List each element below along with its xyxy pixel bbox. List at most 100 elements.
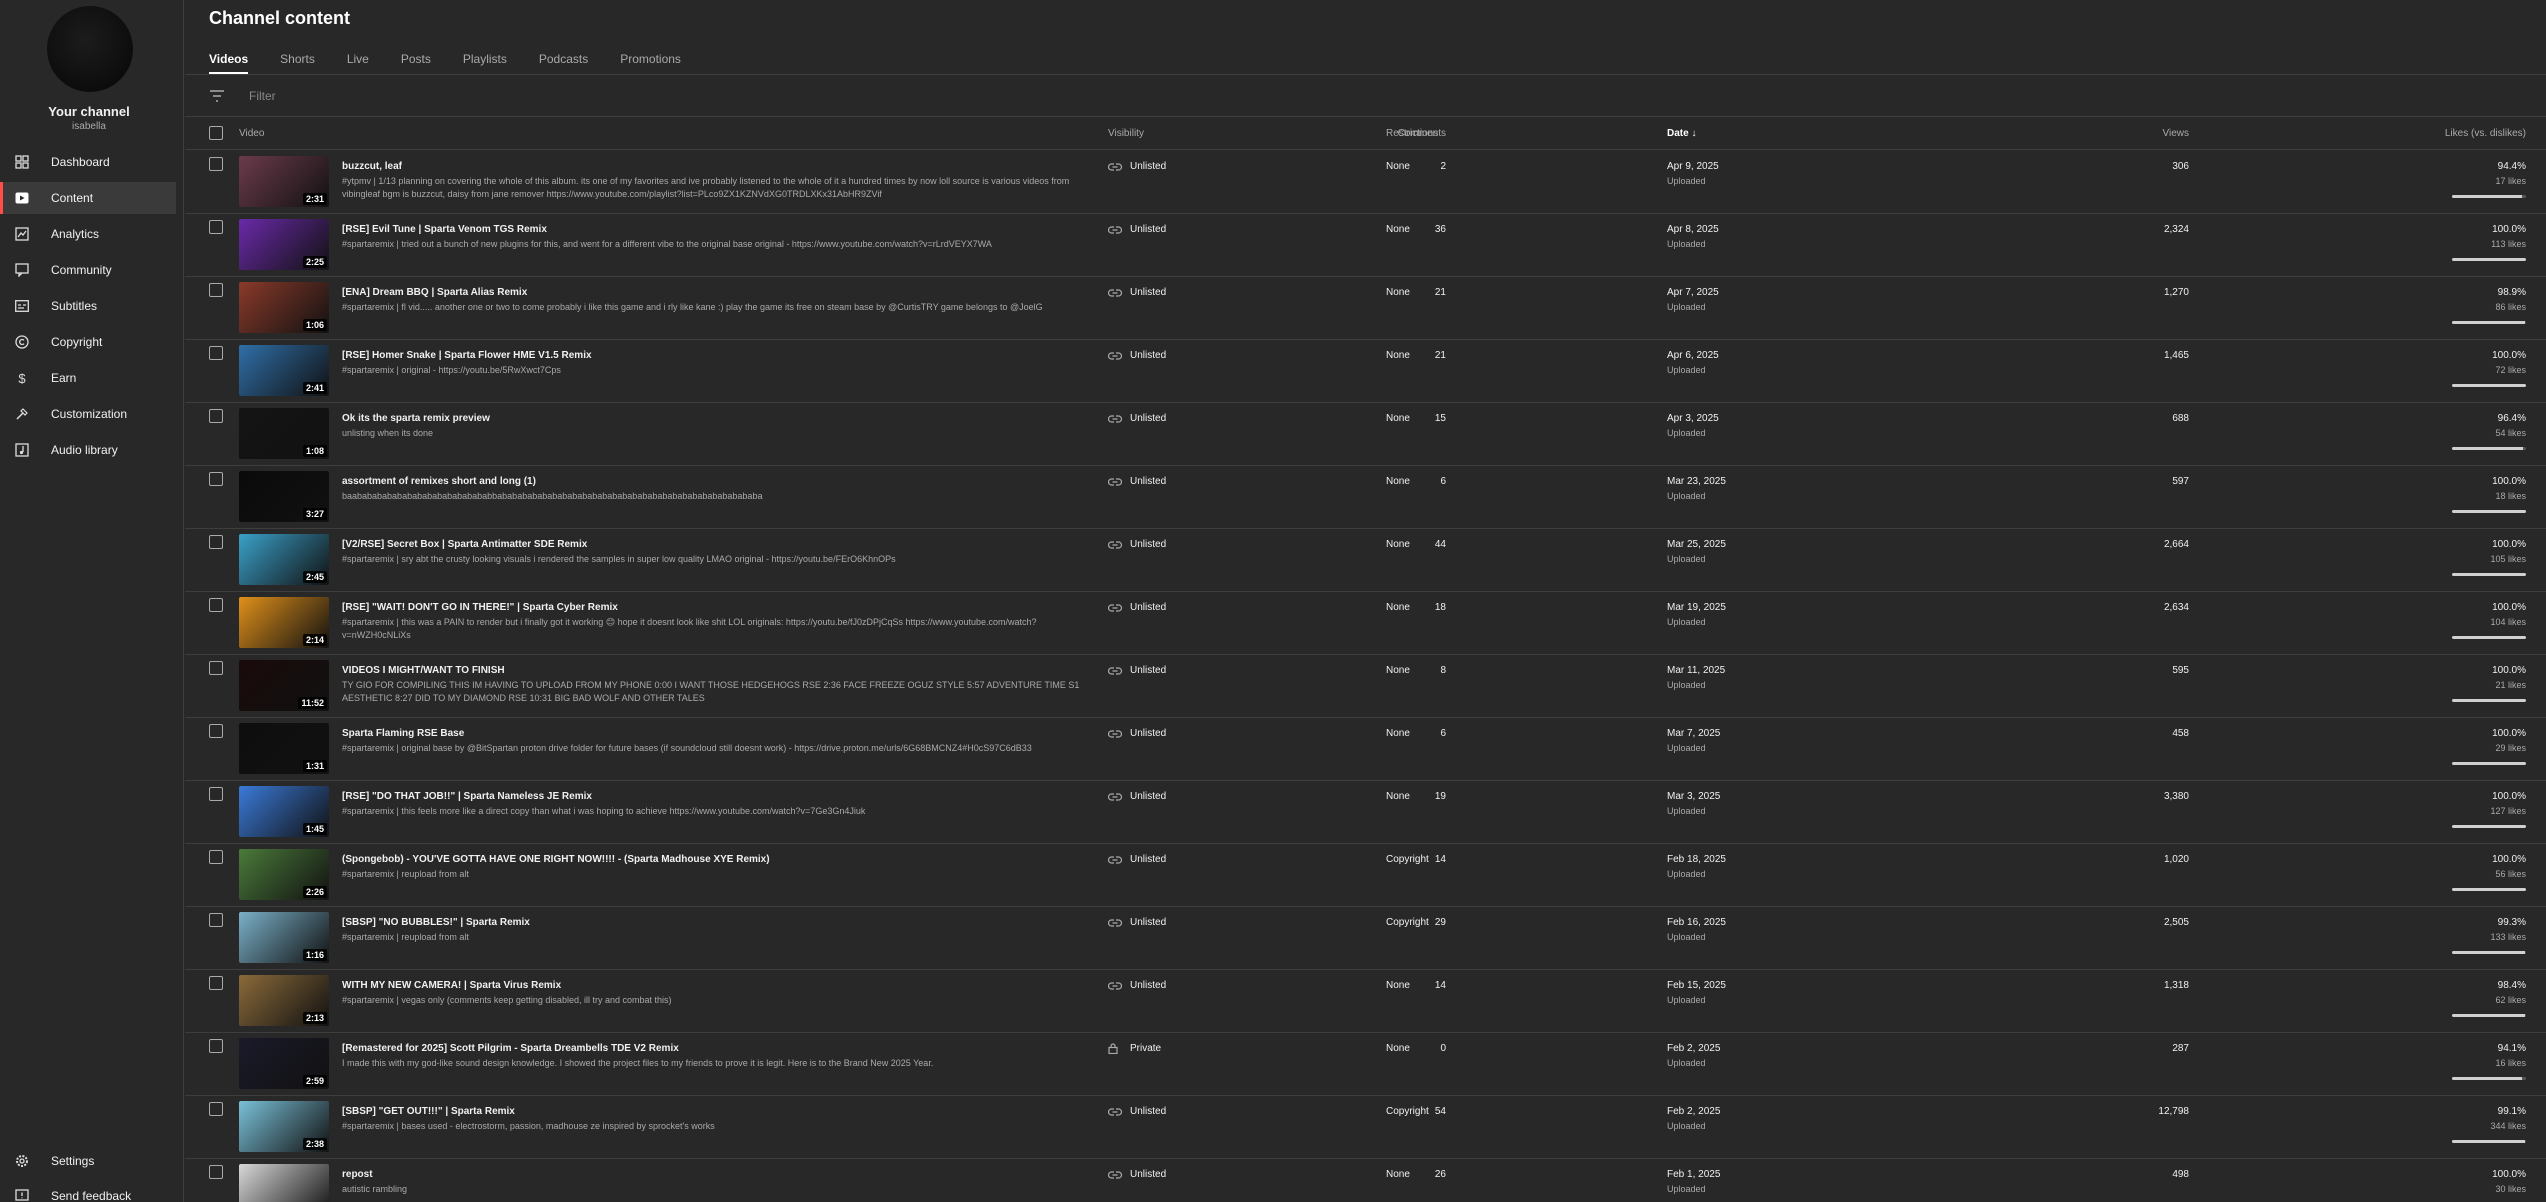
visibility-cell[interactable]: Unlisted (1108, 476, 1166, 487)
sidebar-item-customization[interactable]: Customization (0, 398, 176, 430)
video-thumbnail[interactable]: 1:31 (239, 723, 329, 774)
tab-promotions[interactable]: Promotions (620, 44, 681, 74)
visibility-cell[interactable]: Unlisted (1108, 413, 1166, 424)
video-thumbnail[interactable]: 2:31 (239, 156, 329, 207)
sidebar-item-subtitles[interactable]: Subtitles (0, 290, 176, 322)
restrictions-cell[interactable]: None (1386, 602, 1410, 613)
row-checkbox[interactable] (209, 598, 223, 615)
video-title[interactable]: buzzcut, leaf (342, 161, 402, 172)
filter-icon[interactable] (209, 89, 225, 103)
video-thumbnail[interactable]: 1:16 (239, 912, 329, 963)
visibility-cell[interactable]: Unlisted (1108, 1106, 1166, 1117)
restrictions-cell[interactable]: None (1386, 1169, 1410, 1180)
comments-cell[interactable]: 0 (1440, 1043, 1446, 1054)
restrictions-cell[interactable]: None (1386, 161, 1410, 172)
header-comments[interactable]: Comments (1398, 128, 1446, 139)
header-visibility[interactable]: Visibility (1108, 128, 1144, 139)
visibility-cell[interactable]: Unlisted (1108, 665, 1166, 676)
row-checkbox[interactable] (209, 472, 223, 489)
sidebar-item-send-feedback[interactable]: Send feedback (0, 1180, 176, 1202)
comments-cell[interactable]: 54 (1435, 1106, 1446, 1117)
table-row[interactable]: 1:31 Sparta Flaming RSE Base #spartaremix … (185, 718, 2546, 781)
channel-name[interactable]: Your channel (0, 104, 178, 119)
sidebar-item-earn[interactable]: $ Earn (0, 362, 176, 394)
table-row[interactable]: 1:08 Ok its the sparta remix preview unlis… (185, 403, 2546, 466)
video-thumbnail[interactable]: 1:45 (239, 786, 329, 837)
row-checkbox[interactable] (209, 283, 223, 300)
row-checkbox[interactable] (209, 1165, 223, 1182)
video-thumbnail[interactable]: 2:41 (239, 345, 329, 396)
visibility-cell[interactable]: Unlisted (1108, 287, 1166, 298)
restrictions-cell[interactable]: None (1386, 224, 1410, 235)
visibility-cell[interactable]: Unlisted (1108, 980, 1166, 991)
restrictions-cell[interactable]: None (1386, 728, 1410, 739)
channel-avatar[interactable] (47, 6, 133, 92)
video-thumbnail[interactable]: 11:52 (239, 660, 329, 711)
table-row[interactable]: 1:45 [RSE] "DO THAT JOB!!" | Sparta Namel… (185, 781, 2546, 844)
sidebar-item-settings[interactable]: Settings (0, 1145, 176, 1177)
comments-cell[interactable]: 29 (1435, 917, 1446, 928)
visibility-cell[interactable]: Unlisted (1108, 602, 1166, 613)
sidebar-item-community[interactable]: Community (0, 254, 176, 286)
row-checkbox[interactable] (209, 409, 223, 426)
restrictions-cell[interactable]: None (1386, 413, 1410, 424)
comments-cell[interactable]: 21 (1435, 350, 1446, 361)
table-row[interactable]: 11:52 VIDEOS I MIGHT/WANT TO FINISH TY GIO… (185, 655, 2546, 718)
restrictions-cell[interactable]: Copyright (1386, 917, 1429, 928)
video-title[interactable]: Sparta Flaming RSE Base (342, 728, 464, 739)
row-checkbox[interactable] (209, 850, 223, 867)
comments-cell[interactable]: 2 (1440, 161, 1446, 172)
visibility-cell[interactable]: Unlisted (1108, 224, 1166, 235)
restrictions-cell[interactable]: None (1386, 791, 1410, 802)
video-title[interactable]: [ENA] Dream BBQ | Sparta Alias Remix (342, 287, 527, 298)
video-title[interactable]: [RSE] Homer Snake | Sparta Flower HME V1… (342, 350, 592, 361)
video-thumbnail[interactable]: 2:14 (239, 597, 329, 648)
comments-cell[interactable]: 26 (1435, 1169, 1446, 1180)
filter-input[interactable] (249, 86, 749, 106)
video-title[interactable]: [SBSP] "GET OUT!!!" | Sparta Remix (342, 1106, 515, 1117)
tab-videos[interactable]: Videos (209, 44, 249, 74)
row-checkbox[interactable] (209, 724, 223, 741)
table-row[interactable]: 2:14 [RSE] "WAIT! DON'T GO IN THERE!" | S… (185, 592, 2546, 655)
header-views[interactable]: Views (2163, 128, 2190, 139)
comments-cell[interactable]: 44 (1435, 539, 1446, 550)
row-checkbox[interactable] (209, 661, 223, 678)
row-checkbox[interactable] (209, 535, 223, 552)
video-title[interactable]: repost (342, 1169, 373, 1180)
restrictions-cell[interactable]: None (1386, 287, 1410, 298)
video-title[interactable]: WITH MY NEW CAMERA! | Sparta Virus Remix (342, 980, 561, 991)
tab-playlists[interactable]: Playlists (463, 44, 507, 74)
restrictions-cell[interactable]: None (1386, 980, 1410, 991)
visibility-cell[interactable]: Unlisted (1108, 791, 1166, 802)
visibility-cell[interactable]: Unlisted (1108, 728, 1166, 739)
table-row[interactable]: 2:38 [SBSP] "GET OUT!!!" | Sparta Remix #s… (185, 1096, 2546, 1159)
video-thumbnail[interactable]: 3:27 (239, 471, 329, 522)
video-title[interactable]: [Remastered for 2025] Scott Pilgrim - Sp… (342, 1043, 679, 1054)
tab-podcasts[interactable]: Podcasts (539, 44, 588, 74)
visibility-cell[interactable]: Unlisted (1108, 854, 1166, 865)
video-thumbnail[interactable] (239, 1164, 329, 1202)
video-title[interactable]: [RSE] "WAIT! DON'T GO IN THERE!" | Spart… (342, 602, 618, 613)
visibility-cell[interactable]: Unlisted (1108, 539, 1166, 550)
comments-cell[interactable]: 6 (1440, 476, 1446, 487)
comments-cell[interactable]: 14 (1435, 854, 1446, 865)
comments-cell[interactable]: 19 (1435, 791, 1446, 802)
video-thumbnail[interactable]: 1:08 (239, 408, 329, 459)
table-row[interactable]: 2:26 (Spongebob) - YOU'VE GOTTA HAVE ONE … (185, 844, 2546, 907)
sidebar-item-copyright[interactable]: Copyright (0, 326, 176, 358)
tab-posts[interactable]: Posts (401, 44, 431, 74)
comments-cell[interactable]: 8 (1440, 665, 1446, 676)
row-checkbox[interactable] (209, 346, 223, 363)
visibility-cell[interactable]: Unlisted (1108, 161, 1166, 172)
restrictions-cell[interactable]: None (1386, 350, 1410, 361)
comments-cell[interactable]: 15 (1435, 413, 1446, 424)
video-thumbnail[interactable]: 2:45 (239, 534, 329, 585)
restrictions-cell[interactable]: None (1386, 1043, 1410, 1054)
sidebar-item-dashboard[interactable]: Dashboard (0, 146, 176, 178)
comments-cell[interactable]: 6 (1440, 728, 1446, 739)
table-row[interactable]: 1:16 [SBSP] "NO BUBBLES!" | Sparta Remix #… (185, 907, 2546, 970)
row-checkbox[interactable] (209, 913, 223, 930)
video-thumbnail[interactable]: 2:59 (239, 1038, 329, 1089)
row-checkbox[interactable] (209, 1102, 223, 1119)
comments-cell[interactable]: 21 (1435, 287, 1446, 298)
